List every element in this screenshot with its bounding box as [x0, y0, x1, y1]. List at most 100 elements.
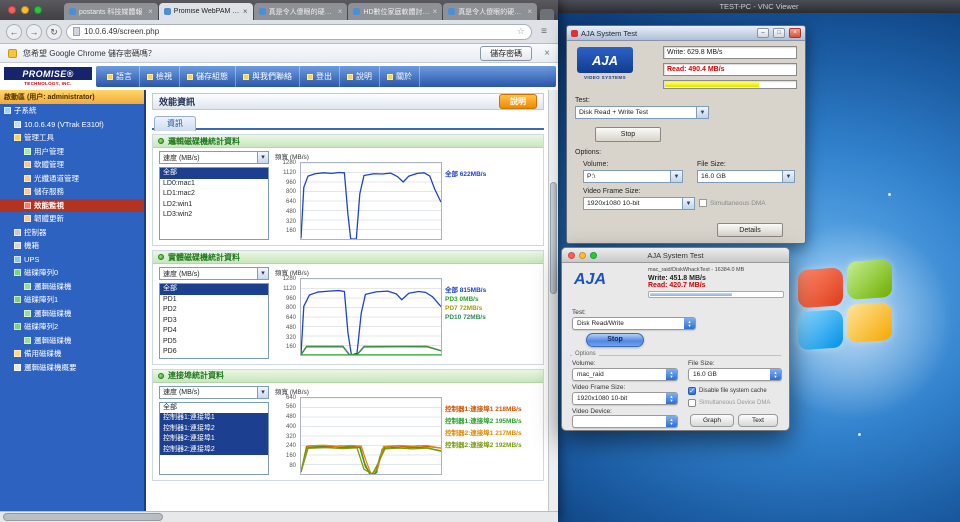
tree-item[interactable]: 管理工具: [0, 131, 144, 145]
tab-close-icon[interactable]: ×: [148, 7, 153, 16]
video-frame-size-select[interactable]: 1920x1080 10-bit ▼: [583, 197, 695, 210]
listbox-item[interactable]: 控制器2:連接埠2: [160, 444, 268, 455]
vnc-viewer-titlebar[interactable]: TEST-PC - VNC Viewer: [558, 0, 960, 13]
tree-item[interactable]: 10.0.6.49 (VTrak E310f): [0, 118, 144, 132]
save-password-button[interactable]: 儲存密碼: [480, 45, 533, 61]
horizontal-scrollbar-thumb[interactable]: [3, 513, 163, 521]
tree-item[interactable]: 子系統: [0, 104, 144, 118]
menu-item[interactable]: 語言: [100, 66, 140, 87]
listbox-item[interactable]: PD5: [160, 337, 268, 348]
listbox-item[interactable]: PD2: [160, 305, 268, 316]
minimize-window-button[interactable]: [579, 252, 586, 259]
text-button[interactable]: Text: [738, 414, 778, 427]
browser-tab[interactable]: postants 科技媒體報 ×: [64, 3, 158, 20]
tree-item[interactable]: 控制器: [0, 226, 144, 240]
tree-item[interactable]: 磁碟陣列0: [0, 266, 144, 280]
stop-button[interactable]: Stop: [586, 333, 644, 347]
refresh-button[interactable]: ↻: [46, 23, 62, 40]
close-window-button[interactable]: [8, 6, 16, 14]
browser-tab[interactable]: Promise WebPAM PROe×: [158, 3, 253, 20]
listbox-item[interactable]: 全部: [160, 403, 268, 414]
volume-select[interactable]: mac_raid ▲ ▼: [572, 368, 678, 381]
vertical-scrollbar-thumb[interactable]: [550, 182, 557, 294]
tree-item[interactable]: 光纖通道管理: [0, 172, 144, 186]
simultaneous-dma-checkbox[interactable]: Simultaneous Device DMA: [688, 399, 770, 407]
menu-item[interactable]: 與我們聯絡: [236, 66, 300, 87]
listbox-item[interactable]: LD2:win1: [160, 200, 268, 211]
video-device-select[interactable]: ▲ ▼: [572, 415, 678, 428]
volume-select[interactable]: P:\ ▼: [583, 170, 683, 183]
test-select[interactable]: Disk Read + Write Test ▼: [575, 106, 709, 119]
browser-tab[interactable]: 真是令人傻眼的硬碟速度!!-Fo...×: [253, 3, 348, 20]
chrome-menu-icon[interactable]: ≡: [536, 25, 552, 39]
aja-mac-titlebar[interactable]: AJA System Test: [562, 248, 789, 263]
listbox-item[interactable]: PD3: [160, 316, 268, 327]
menu-item[interactable]: 登出: [300, 66, 340, 87]
aja-win-titlebar[interactable]: AJA System Test – □ ×: [567, 26, 805, 41]
tab-close-icon[interactable]: ×: [433, 7, 438, 16]
test-select[interactable]: Disk Read/Write ▲ ▼: [572, 317, 696, 330]
tab-info[interactable]: 資訊: [154, 115, 196, 131]
listbox-item[interactable]: 全部: [160, 168, 268, 179]
speed-unit-select[interactable]: 速度 (MB/s) ▾: [159, 385, 269, 399]
tree-item[interactable]: 邏輯磁碟機: [0, 307, 144, 321]
close-window-button[interactable]: [568, 252, 575, 259]
tree-item[interactable]: 邏輯磁碟機概要: [0, 361, 144, 375]
bookmark-star-icon[interactable]: ☆: [517, 26, 525, 37]
listbox-item[interactable]: LD0:mac1: [160, 179, 268, 190]
listbox-item[interactable]: 控制器2:連接埠1: [160, 434, 268, 445]
notification-close-icon[interactable]: ×: [544, 48, 550, 59]
forward-button[interactable]: →: [26, 23, 42, 40]
new-tab-button[interactable]: [540, 9, 554, 20]
tree-item[interactable]: 備用磁碟機: [0, 347, 144, 361]
tab-close-icon[interactable]: ×: [338, 7, 343, 16]
tree-item[interactable]: 邏輯磁碟機: [0, 280, 144, 294]
listbox-item[interactable]: LD1:mac2: [160, 189, 268, 200]
menu-item[interactable]: 關於: [380, 66, 420, 87]
listbox-item[interactable]: PD6: [160, 347, 268, 358]
browser-tab[interactable]: HD數位家庭軟體討論區--HD.Cl...×: [348, 3, 443, 20]
listbox-item[interactable]: 控制器1:連接埠2: [160, 423, 268, 434]
tree-item[interactable]: 磁碟陣列2: [0, 320, 144, 334]
tree-item[interactable]: 邏輯磁碟機: [0, 334, 144, 348]
listbox-item[interactable]: LD3:win2: [160, 210, 268, 221]
tree-item[interactable]: 機箱: [0, 239, 144, 253]
close-button[interactable]: ×: [789, 28, 801, 38]
details-button[interactable]: Details: [717, 223, 783, 237]
file-size-select[interactable]: 16.0 GB ▲ ▼: [688, 368, 782, 381]
zoom-window-button[interactable]: [34, 6, 42, 14]
help-button[interactable]: 說明: [499, 94, 537, 109]
simultaneous-dma-checkbox[interactable]: Simultaneous DMA: [699, 199, 766, 207]
tree-item[interactable]: 用户管理: [0, 145, 144, 159]
listbox-item[interactable]: PD1: [160, 295, 268, 306]
minimize-window-button[interactable]: [21, 6, 29, 14]
menu-item[interactable]: 說明: [340, 66, 380, 87]
tree-item[interactable]: 磁碟陣列1: [0, 293, 144, 307]
tree-item[interactable]: 儲存服務: [0, 185, 144, 199]
speed-unit-select[interactable]: 速度 (MB/s) ▾: [159, 267, 269, 280]
listbox-item[interactable]: PD4: [160, 326, 268, 337]
tab-close-icon[interactable]: ×: [527, 7, 532, 16]
tree-item[interactable]: 韌體更新: [0, 212, 144, 226]
zoom-window-button[interactable]: [590, 252, 597, 259]
minimize-button[interactable]: –: [757, 28, 769, 38]
listbox-item[interactable]: 控制器1:連接埠1: [160, 413, 268, 424]
video-frame-size-select[interactable]: 1920x1080 10-bit ▲ ▼: [572, 392, 678, 405]
tree-item[interactable]: 效能監視: [0, 198, 144, 212]
menu-item[interactable]: 檢視: [140, 66, 180, 87]
graph-button[interactable]: Graph: [690, 414, 734, 427]
tree-item[interactable]: UPS: [0, 253, 144, 267]
maximize-button[interactable]: □: [773, 28, 785, 38]
tree-item[interactable]: 軟體管理: [0, 158, 144, 172]
disable-cache-checkbox[interactable]: ✓ Disable file system cache: [688, 387, 767, 395]
file-size-select[interactable]: 16.0 GB ▼: [697, 170, 795, 183]
stop-button[interactable]: Stop: [595, 127, 661, 142]
vertical-scrollbar[interactable]: [548, 90, 558, 511]
address-bar[interactable]: 10.0.6.49/screen.php ☆: [66, 23, 532, 40]
tab-close-icon[interactable]: ×: [243, 7, 248, 16]
back-button[interactable]: ←: [6, 23, 22, 40]
horizontal-scrollbar[interactable]: [0, 511, 558, 522]
browser-tab[interactable]: 真是令人傻眼的硬碟速度!!-H...×: [443, 3, 537, 20]
speed-unit-select[interactable]: 速度 (MB/s) ▾: [159, 151, 269, 164]
listbox-item[interactable]: 全部: [160, 284, 268, 295]
